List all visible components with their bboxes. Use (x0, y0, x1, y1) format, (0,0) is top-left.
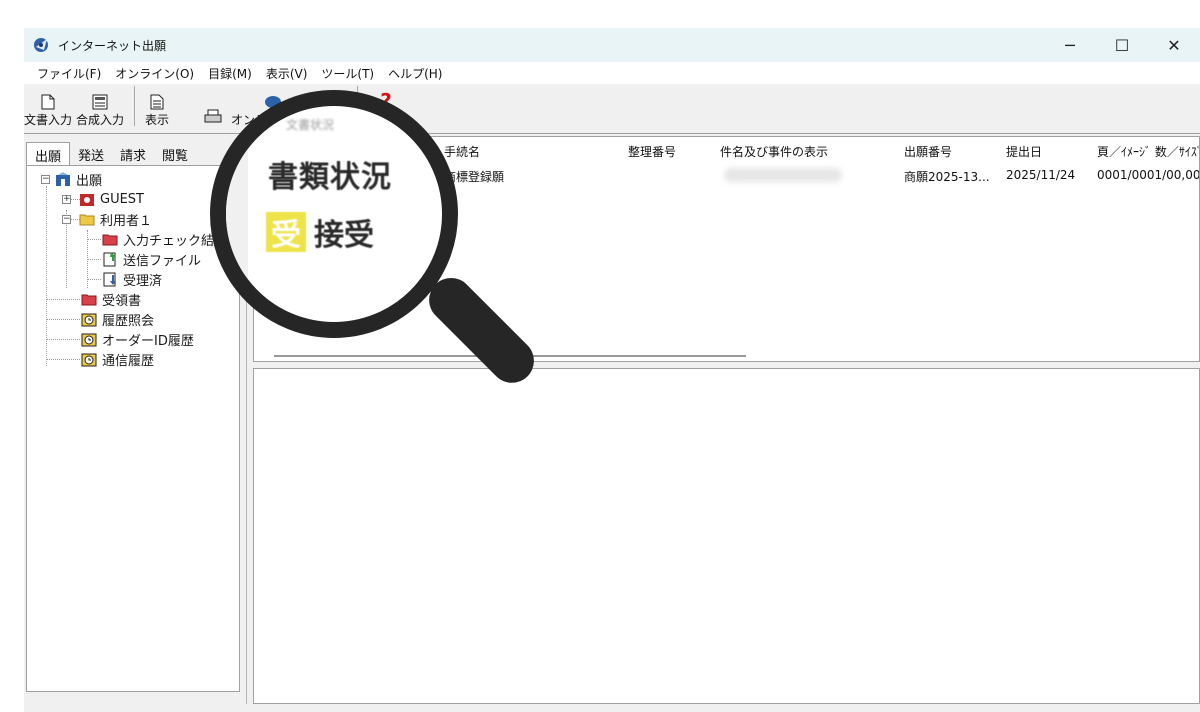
clock-folder-icon (81, 331, 97, 347)
expand-toggle-guest[interactable]: + (62, 195, 71, 204)
printer-icon (203, 106, 223, 128)
tree-item-application[interactable]: 出願 (55, 169, 102, 189)
tree-item-accepted[interactable]: 受理済 (102, 269, 162, 289)
compose-icon (91, 91, 109, 113)
document-icon (41, 91, 55, 113)
collapse-toggle-user1[interactable]: − (62, 215, 71, 224)
minimize-button[interactable]: ─ (1044, 28, 1096, 62)
folder-tree[interactable]: − 出願 + GUEST − 利用者１ 入力チェック結果 送信ファイル 受理済 … (26, 165, 240, 692)
toolbar: 文書入力 合成入力 表示 オンライン出願 履歴 ? ヘルプ (24, 84, 1200, 134)
accepted-file-icon (102, 271, 118, 287)
left-tabs: 出願 発送 請求 閲覧 (26, 142, 196, 166)
send-file-icon (102, 251, 118, 267)
tree-item-order-id-history[interactable]: オーダーID履歴 (81, 329, 194, 349)
display-button[interactable]: 表示 (143, 84, 171, 128)
menu-catalog[interactable]: 目録(M) (201, 65, 259, 82)
redacted-subject (724, 168, 842, 182)
detail-pane (253, 368, 1200, 704)
application-folder-icon (55, 171, 71, 187)
toolbar-separator (134, 86, 136, 126)
column-header-subject[interactable]: 件名及び事件の表示 (720, 143, 828, 160)
title-bar[interactable]: インターネット出願 ─ ☐ ✕ (24, 28, 1200, 62)
left-pane: 出願 発送 請求 閲覧 − 出願 + GUEST − 利用者１ 入力チェック結果… (24, 138, 244, 692)
menu-file[interactable]: ファイル(F) (30, 65, 108, 82)
horizontal-scrollbar[interactable] (274, 355, 746, 357)
column-header-app-no[interactable]: 出願番号 (904, 143, 952, 160)
cell-date[interactable]: 2025/11/24 (1006, 168, 1075, 182)
menu-view[interactable]: 表示(V) (259, 65, 315, 82)
tree-item-send-file[interactable]: 送信ファイル (102, 249, 201, 269)
help-button[interactable]: ? ヘルプ (366, 84, 406, 128)
cell-pages[interactable]: 0001/0001/00,009 (1097, 168, 1199, 182)
column-header-date[interactable]: 提出日 (1006, 143, 1042, 160)
tab-dispatch[interactable]: 発送 (70, 142, 112, 166)
clock-folder-icon (81, 351, 97, 367)
tree-item-history-inquiry[interactable]: 履歴照会 (81, 309, 154, 329)
red-folder-icon (102, 231, 118, 247)
tree-item-receipt[interactable]: 受領書 (81, 289, 141, 309)
application-window: インターネット出願 ─ ☐ ✕ ファイル(F) オンライン(O) 目録(M) 表… (24, 28, 1200, 712)
jpo-icon (263, 91, 283, 113)
open-folder-icon (79, 211, 95, 227)
window-title: インターネット出願 (58, 38, 167, 53)
guest-folder-icon (79, 191, 95, 207)
collapse-toggle-root[interactable]: − (41, 175, 50, 184)
vertical-splitter[interactable] (246, 134, 253, 712)
tree-item-guest[interactable]: GUEST (79, 189, 144, 209)
clock-folder-icon (81, 311, 97, 327)
maximize-button[interactable]: ☐ (1096, 28, 1148, 62)
history-button[interactable]: 履歴 (321, 84, 349, 128)
column-header-procedure[interactable]: 手続名 (444, 143, 480, 160)
menu-online[interactable]: オンライン(O) (108, 65, 201, 82)
receipt-folder-icon (81, 291, 97, 307)
tab-request[interactable]: 請求 (112, 142, 154, 166)
tree-item-input-check[interactable]: 入力チェック結果 (102, 229, 227, 249)
close-button[interactable]: ✕ (1148, 28, 1200, 62)
help-question-icon: ? (378, 91, 394, 113)
menu-bar: ファイル(F) オンライン(O) 目録(M) 表示(V) ツール(T) ヘルプ(… (24, 62, 1200, 84)
online-apply-button[interactable]: オンライン出願 (229, 84, 317, 128)
cell-procedure[interactable]: 商標登録願 (444, 168, 504, 185)
menu-tools[interactable]: ツール(T) (314, 65, 381, 82)
app-icon (32, 35, 52, 55)
column-header-ref-no[interactable]: 整理番号 (628, 143, 676, 160)
tree-item-user1[interactable]: 利用者１ (79, 209, 152, 229)
column-header-pages[interactable]: 頁／ｲﾒｰｼﾞ 数／ｻｲｽﾞ (1097, 143, 1199, 160)
cell-app-no[interactable]: 商願2025-13... (904, 168, 990, 185)
view-document-icon (150, 91, 164, 113)
print-button[interactable] (201, 84, 225, 128)
tab-application[interactable]: 出願 (26, 142, 71, 166)
compose-input-button[interactable]: 合成入力 (74, 84, 126, 128)
status-bar (24, 704, 1200, 712)
tree-item-comm-history[interactable]: 通信履歴 (81, 349, 154, 369)
tab-browse[interactable]: 閲覧 (154, 142, 196, 166)
document-list[interactable]: 手続名 整理番号 件名及び事件の表示 出願番号 提出日 頁／ｲﾒｰｼﾞ 数／ｻｲ… (253, 136, 1200, 362)
menu-help[interactable]: ヘルプ(H) (381, 65, 449, 82)
doc-input-button[interactable]: 文書入力 (24, 84, 74, 128)
history-icon (327, 91, 343, 113)
toolbar-separator (357, 86, 359, 126)
